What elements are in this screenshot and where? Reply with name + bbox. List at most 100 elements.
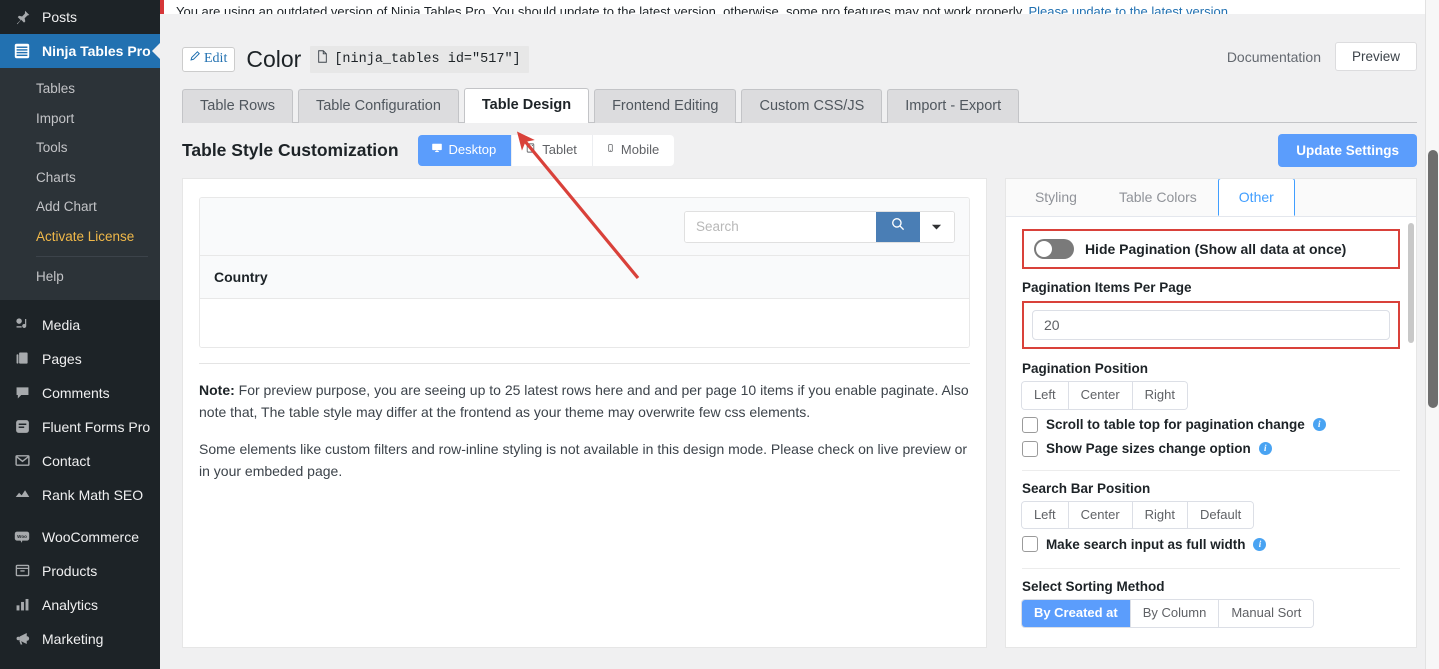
tablet-icon [525, 142, 536, 158]
preview-search-row [200, 198, 969, 256]
settings-panel: Styling Table Colors Other Hide Paginati… [1004, 178, 1417, 648]
document-icon [317, 50, 328, 68]
update-settings-button[interactable]: Update Settings [1278, 134, 1417, 167]
documentation-link[interactable]: Documentation [1227, 49, 1321, 65]
search-bar-position-right[interactable]: Right [1132, 501, 1189, 529]
preview-column-header-country[interactable]: Country [214, 269, 268, 285]
search-button[interactable] [875, 211, 920, 242]
sidebar-subitem-charts[interactable]: Charts [0, 163, 160, 193]
sidebar-item-rank-math-seo[interactable]: Rank Math SEO [0, 478, 160, 512]
sidebar-gap-2 [0, 512, 160, 520]
pencil-icon [189, 50, 201, 68]
search-filter-dropdown[interactable] [919, 211, 954, 242]
sidebar-item-label: Pages [42, 350, 82, 367]
preview-note-text: For preview purpose, you are seeing up t… [199, 382, 969, 420]
search-input[interactable] [684, 211, 876, 242]
main-tabs: Table Rows Table Configuration Table Des… [182, 87, 1417, 123]
page-title: Color [246, 46, 302, 72]
sorting-by-column[interactable]: By Column [1130, 600, 1220, 627]
notice-text: You are using an outdated version of Nin… [176, 4, 1029, 14]
sidebar-item-posts[interactable]: Posts [0, 0, 160, 34]
window-scrollbar[interactable] [1425, 0, 1439, 669]
tab-table-rows[interactable]: Table Rows [182, 88, 293, 123]
sidebar-subitem-import[interactable]: Import [0, 104, 160, 134]
chevron-down-icon [931, 218, 942, 236]
shortcode-display[interactable]: [ninja_tables id="517"] [310, 46, 529, 73]
search-bar-position-default[interactable]: Default [1188, 501, 1254, 529]
device-desktop-button[interactable]: Desktop [417, 135, 513, 166]
sidebar-item-label: Rank Math SEO [42, 486, 144, 503]
pagination-position-center[interactable]: Center [1068, 382, 1133, 409]
sidebar-item-label: Marketing [42, 630, 104, 647]
sidebar-item-contact[interactable]: Contact [0, 444, 160, 478]
tab-frontend-editing[interactable]: Frontend Editing [594, 88, 737, 123]
search-bar-position-left[interactable]: Left [1021, 501, 1069, 529]
info-icon[interactable]: i [1312, 418, 1326, 432]
desktop-icon [431, 142, 443, 158]
hide-pagination-toggle[interactable] [1033, 239, 1074, 259]
svg-text:Woo: Woo [17, 534, 27, 539]
settings-tab-other[interactable]: Other [1217, 179, 1295, 216]
pagination-position-right[interactable]: Right [1132, 382, 1188, 409]
device-tablet-button[interactable]: Tablet [512, 135, 593, 166]
sidebar-subitem-help[interactable]: Help [0, 262, 160, 292]
page-header-right: Documentation Preview [1227, 42, 1417, 71]
settings-panel-scrollbar-thumb[interactable] [1408, 223, 1414, 343]
sidebar-submenu-divider [36, 256, 148, 258]
tab-import-export[interactable]: Import - Export [887, 88, 1020, 123]
device-tablet-label: Tablet [542, 142, 577, 158]
sidebar-item-label: WooCommerce [42, 528, 139, 545]
edit-button[interactable]: Edit [182, 46, 236, 73]
info-icon[interactable]: i [1253, 537, 1267, 551]
info-icon[interactable]: i [1258, 442, 1272, 456]
notice-update-link[interactable]: Please update to the latest version [1029, 4, 1228, 14]
window-scrollbar-thumb[interactable] [1428, 150, 1438, 408]
sidebar-item-fluent-forms-pro[interactable]: Fluent Forms Pro [0, 410, 160, 444]
settings-panel-scrollbar[interactable] [1408, 223, 1414, 633]
preview-button[interactable]: Preview [1334, 42, 1417, 71]
device-desktop-label: Desktop [448, 142, 497, 158]
sidebar-item-label: Analytics [42, 596, 99, 613]
tab-custom-css-js[interactable]: Custom CSS/JS [741, 88, 883, 123]
shortcode-text: [ninja_tables id="517"] [334, 51, 521, 67]
sidebar-item-woocommerce[interactable]: Woo WooCommerce [0, 520, 160, 554]
sidebar-subitem-add-chart[interactable]: Add Chart [0, 192, 160, 222]
device-mobile-button[interactable]: Mobile [592, 135, 675, 166]
sidebar-item-comments[interactable]: Comments [0, 376, 160, 410]
sorting-by-created-at[interactable]: By Created at [1021, 600, 1131, 627]
sidebar-item-analytics[interactable]: Analytics [0, 588, 160, 622]
outdated-version-notice: You are using an outdated version of Nin… [160, 0, 1439, 14]
page-sizes-checkbox[interactable] [1021, 440, 1038, 457]
hide-pagination-row: Hide Pagination (Show all data at once) [1033, 239, 1388, 259]
settings-scroll-area: Hide Pagination (Show all data at once) … [1006, 217, 1416, 642]
sidebar-subitem-activate-license[interactable]: Activate License [0, 222, 160, 252]
sidebar-item-products[interactable]: Products [0, 554, 160, 588]
notice-text-wrap: You are using an outdated version of Nin… [164, 4, 1228, 14]
sorting-manual[interactable]: Manual Sort [1219, 600, 1314, 627]
tab-table-design[interactable]: Table Design [463, 87, 590, 123]
device-switcher: Desktop Tablet Mobile [417, 135, 675, 166]
tab-table-configuration[interactable]: Table Configuration [297, 88, 459, 123]
table-preview-panel: Country Note: For preview purpose, you a… [182, 178, 987, 648]
sidebar-item-marketing[interactable]: Marketing [0, 622, 160, 656]
sidebar-item-ninja-tables-pro[interactable]: Ninja Tables Pro [0, 34, 160, 68]
scroll-to-top-checkbox[interactable] [1021, 416, 1038, 433]
pagination-position-left[interactable]: Left [1021, 382, 1069, 409]
device-mobile-label: Mobile [620, 142, 660, 158]
full-width-search-checkbox[interactable] [1021, 536, 1038, 553]
sidebar-item-pages[interactable]: Pages [0, 342, 160, 376]
sorting-method-label: Select Sorting Method [1021, 579, 1165, 595]
items-per-page-input[interactable] [1031, 310, 1390, 340]
admin-sidebar: Posts Ninja Tables Pro Tables Import Too… [0, 0, 160, 669]
sidebar-subitem-tools[interactable]: Tools [0, 133, 160, 163]
items-per-page-label: Pagination Items Per Page [1021, 280, 1192, 295]
preview-note-prefix: Note: [199, 382, 235, 398]
sidebar-item-label: Contact [42, 452, 91, 469]
settings-tab-table-colors[interactable]: Table Colors [1098, 179, 1218, 216]
sidebar-subitem-tables[interactable]: Tables [0, 74, 160, 104]
sorting-method-group: By Created at By Column Manual Sort [1021, 600, 1314, 627]
search-bar-position-center[interactable]: Center [1068, 501, 1133, 529]
sidebar-item-media[interactable]: Media [0, 308, 160, 342]
settings-tab-styling[interactable]: Styling [1014, 179, 1098, 216]
